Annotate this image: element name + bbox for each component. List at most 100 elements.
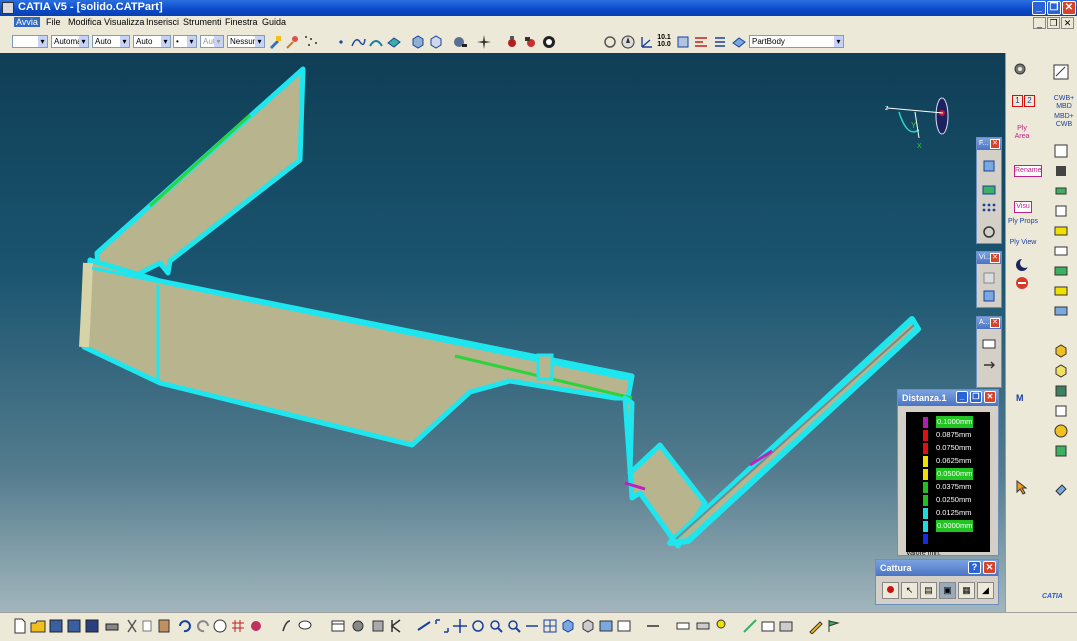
ply-area-button[interactable]: Ply Area bbox=[1010, 125, 1034, 141]
sketch-icon[interactable] bbox=[1052, 63, 1070, 81]
menu-strumenti[interactable]: Strumenti bbox=[183, 17, 222, 27]
transparency-combo[interactable]: Auto bbox=[92, 35, 130, 48]
axis-system-icon[interactable] bbox=[638, 34, 654, 50]
layer-combo[interactable]: Aut bbox=[200, 35, 224, 48]
extrude-icon[interactable] bbox=[386, 34, 402, 50]
save-management-icon[interactable] bbox=[84, 618, 100, 634]
cwb-mbd-button[interactable]: CWB+ MBD bbox=[1052, 95, 1076, 111]
update-icon[interactable] bbox=[248, 618, 264, 634]
wb-globe-icon[interactable] bbox=[1053, 423, 1069, 439]
pencil-icon[interactable] bbox=[808, 618, 824, 634]
measure-inertia-icon[interactable] bbox=[695, 618, 711, 634]
doc-restore-button[interactable]: ❐ bbox=[1047, 17, 1060, 29]
eraser-icon[interactable] bbox=[1053, 481, 1069, 497]
swap-visible-icon[interactable] bbox=[616, 618, 632, 634]
new-file-icon[interactable] bbox=[12, 618, 28, 634]
fly-mode-icon[interactable] bbox=[416, 618, 432, 634]
capture-album-button[interactable]: ▦ bbox=[958, 582, 975, 599]
ftb-vi-icon-a[interactable] bbox=[981, 270, 997, 286]
measure-between-icon[interactable] bbox=[645, 618, 661, 634]
shading-icon[interactable] bbox=[580, 618, 596, 634]
partbody-icon[interactable] bbox=[731, 34, 747, 50]
ply-props-button[interactable]: Ply Props bbox=[1008, 218, 1038, 226]
snapshot-icon[interactable] bbox=[760, 618, 776, 634]
ply-view-button[interactable]: Ply View bbox=[1008, 239, 1038, 247]
catia-app-icon[interactable] bbox=[2, 2, 14, 14]
part-model[interactable]: z Y X bbox=[0, 53, 1005, 612]
hide-show-icon[interactable] bbox=[598, 618, 614, 634]
wb-icon-8[interactable] bbox=[1053, 283, 1069, 299]
ftb-a-text-icon[interactable] bbox=[981, 337, 997, 353]
no-entry-icon[interactable] bbox=[1014, 275, 1030, 291]
grid-icon[interactable] bbox=[230, 618, 246, 634]
video-icon[interactable] bbox=[778, 618, 794, 634]
color-combo[interactable]: Automa bbox=[51, 35, 89, 48]
distance-restore-button[interactable]: ❐ bbox=[970, 391, 982, 403]
half-moon-icon[interactable] bbox=[1014, 257, 1030, 273]
wb-icon-7[interactable] bbox=[1053, 263, 1069, 279]
menu-finestra[interactable]: Finestra bbox=[225, 17, 258, 27]
scale-readout[interactable]: 10.1 10.0 bbox=[656, 34, 672, 48]
print-icon[interactable] bbox=[104, 618, 120, 634]
copy-icon[interactable] bbox=[140, 618, 156, 634]
save-icon[interactable] bbox=[48, 618, 64, 634]
rendering-combo[interactable]: Nessuno bbox=[227, 35, 265, 48]
wb-icon-10[interactable] bbox=[1053, 343, 1069, 359]
rotate-view-icon[interactable] bbox=[470, 618, 486, 634]
constraint-icon[interactable] bbox=[693, 34, 709, 50]
line-style-combo[interactable] bbox=[12, 35, 48, 48]
select-pointer-button[interactable]: ↖ bbox=[901, 582, 918, 599]
help-icon[interactable] bbox=[212, 618, 228, 634]
view-cube-alt-icon[interactable] bbox=[428, 34, 444, 50]
multi-view-icon[interactable] bbox=[542, 618, 558, 634]
distance-analysis-window[interactable]: Distanza.1 _ ❐ ✕ 0.1000mm 0.0875mm 0.075… bbox=[897, 389, 999, 557]
wb-icon-5[interactable] bbox=[1053, 223, 1069, 239]
ftb-target-icon[interactable] bbox=[981, 224, 997, 240]
close-button[interactable]: ✕ bbox=[1062, 1, 1076, 15]
wb-icon-2[interactable] bbox=[1053, 163, 1069, 179]
menu-guida[interactable]: Guida bbox=[262, 17, 286, 27]
sparkle-icon[interactable] bbox=[476, 34, 492, 50]
parts-icon[interactable] bbox=[350, 618, 366, 634]
capture-close-button[interactable]: ✕ bbox=[983, 561, 996, 574]
record-button[interactable] bbox=[882, 582, 899, 599]
paste-icon[interactable] bbox=[156, 618, 172, 634]
sketch-tool-icon[interactable] bbox=[742, 618, 758, 634]
ftb-a-arrow-icon[interactable] bbox=[981, 357, 997, 373]
measure-icon[interactable] bbox=[675, 34, 691, 50]
page-one-button[interactable]: 1 bbox=[1012, 95, 1023, 107]
ftb-icon-b[interactable] bbox=[981, 182, 997, 198]
save-all-icon[interactable] bbox=[66, 618, 82, 634]
cut-icon[interactable] bbox=[124, 618, 140, 634]
wb-icon-9[interactable] bbox=[1053, 303, 1069, 319]
rename-button[interactable]: Rename bbox=[1014, 165, 1042, 177]
rotate-icon[interactable] bbox=[602, 34, 618, 50]
floating-toolbar-f[interactable]: F... ✕ bbox=[976, 137, 1002, 244]
menu-modifica[interactable]: Modifica bbox=[68, 17, 102, 27]
normal-view-icon[interactable] bbox=[524, 618, 540, 634]
wb-icon-4[interactable] bbox=[1053, 203, 1069, 219]
page-two-button[interactable]: 2 bbox=[1024, 95, 1035, 107]
doc-close-button[interactable]: ✕ bbox=[1061, 17, 1074, 29]
pan-icon[interactable] bbox=[452, 618, 468, 634]
measure-item-icon[interactable] bbox=[675, 618, 691, 634]
m-tool-button[interactable]: M bbox=[1016, 393, 1024, 403]
menu-visualizza[interactable]: Visualizza bbox=[104, 17, 144, 27]
formula-icon[interactable] bbox=[280, 618, 296, 634]
menu-inserisci[interactable]: Inserisci bbox=[146, 17, 179, 27]
part-body-combo[interactable]: PartBody bbox=[749, 35, 844, 48]
flag-icon[interactable] bbox=[826, 618, 842, 634]
gear-icon[interactable] bbox=[1012, 61, 1028, 77]
table-icon[interactable] bbox=[330, 618, 346, 634]
capture-options-button[interactable]: ▤ bbox=[920, 582, 937, 599]
capture-settings-button[interactable]: ◢ bbox=[977, 582, 994, 599]
comment-icon[interactable] bbox=[297, 618, 313, 634]
point-symbol-combo[interactable]: • bbox=[173, 35, 197, 48]
zoom-out-icon[interactable] bbox=[506, 618, 522, 634]
redo-icon[interactable] bbox=[196, 618, 212, 634]
doc-minimize-button[interactable]: _ bbox=[1033, 17, 1046, 29]
ftb-grid-icon[interactable] bbox=[981, 202, 997, 218]
fastener-icon[interactable] bbox=[504, 34, 520, 50]
menu-avvia[interactable]: Avvia bbox=[14, 17, 40, 27]
open-folder-icon[interactable] bbox=[30, 618, 46, 634]
